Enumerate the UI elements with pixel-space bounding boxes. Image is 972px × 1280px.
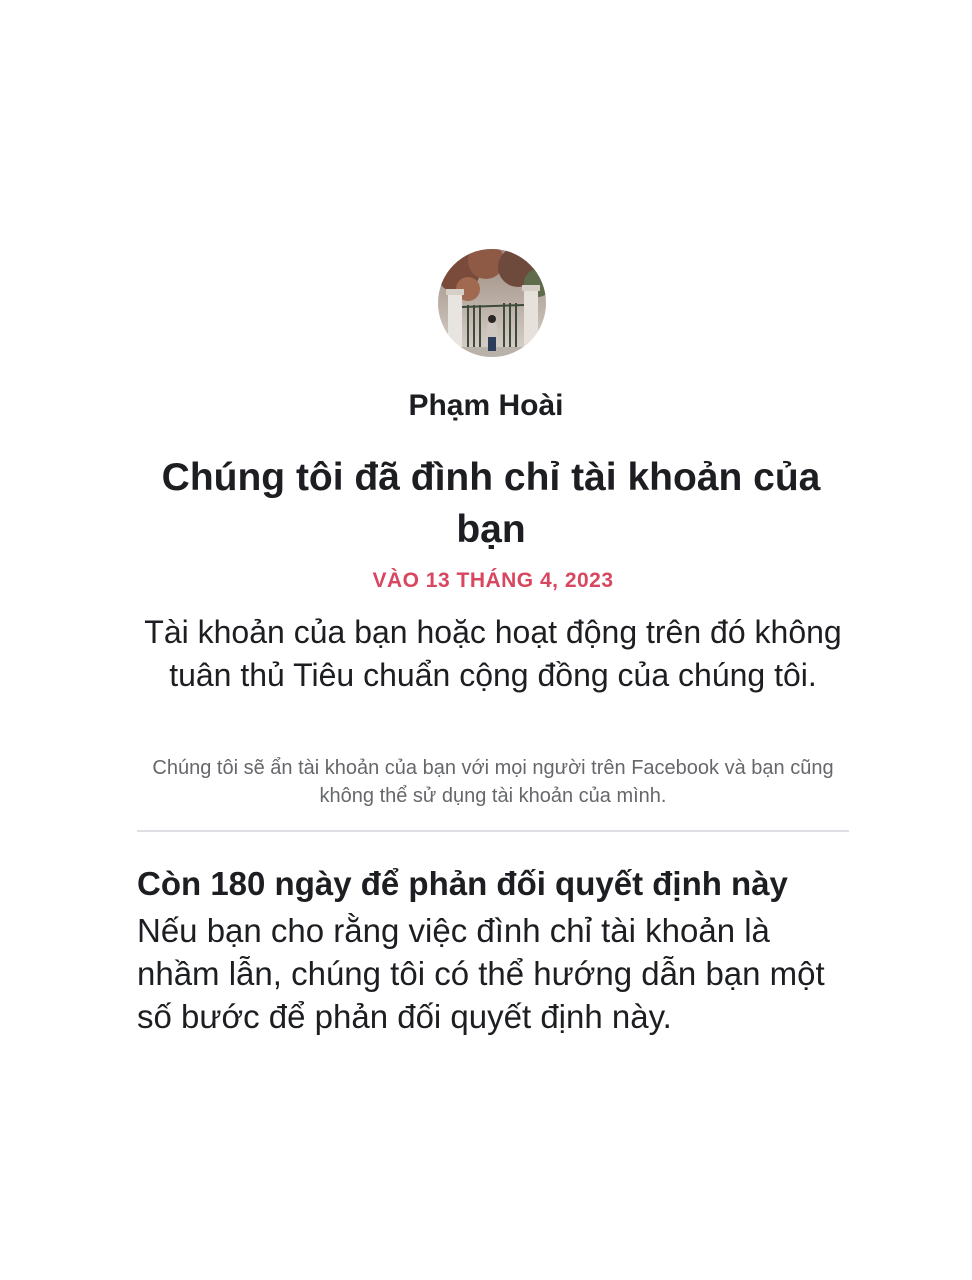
suspension-notice-page: Phạm Hoài Chúng tôi đã đình chỉ tài khoả… [0, 0, 972, 1280]
appeal-description: Nếu bạn cho rằng việc đình chỉ tài khoản… [137, 912, 825, 1035]
profile-photo-icon [438, 249, 546, 357]
suspension-date: VÀO 13 THÁNG 4, 2023 [372, 569, 614, 592]
page-title: Chúng tôi đã đình chỉ tài khoản của bạn [161, 456, 821, 551]
divider [137, 830, 849, 832]
appeal-heading: Còn 180 ngày để phản đối quyết định này [137, 865, 788, 902]
suspension-reason: Tài khoản của bạn hoặc hoạt động trên đó… [144, 614, 842, 693]
avatar [438, 249, 546, 357]
suspension-note: Chúng tôi sẽ ẩn tài khoản của bạn với mọ… [152, 757, 834, 807]
profile-name: Phạm Hoài [408, 389, 564, 422]
